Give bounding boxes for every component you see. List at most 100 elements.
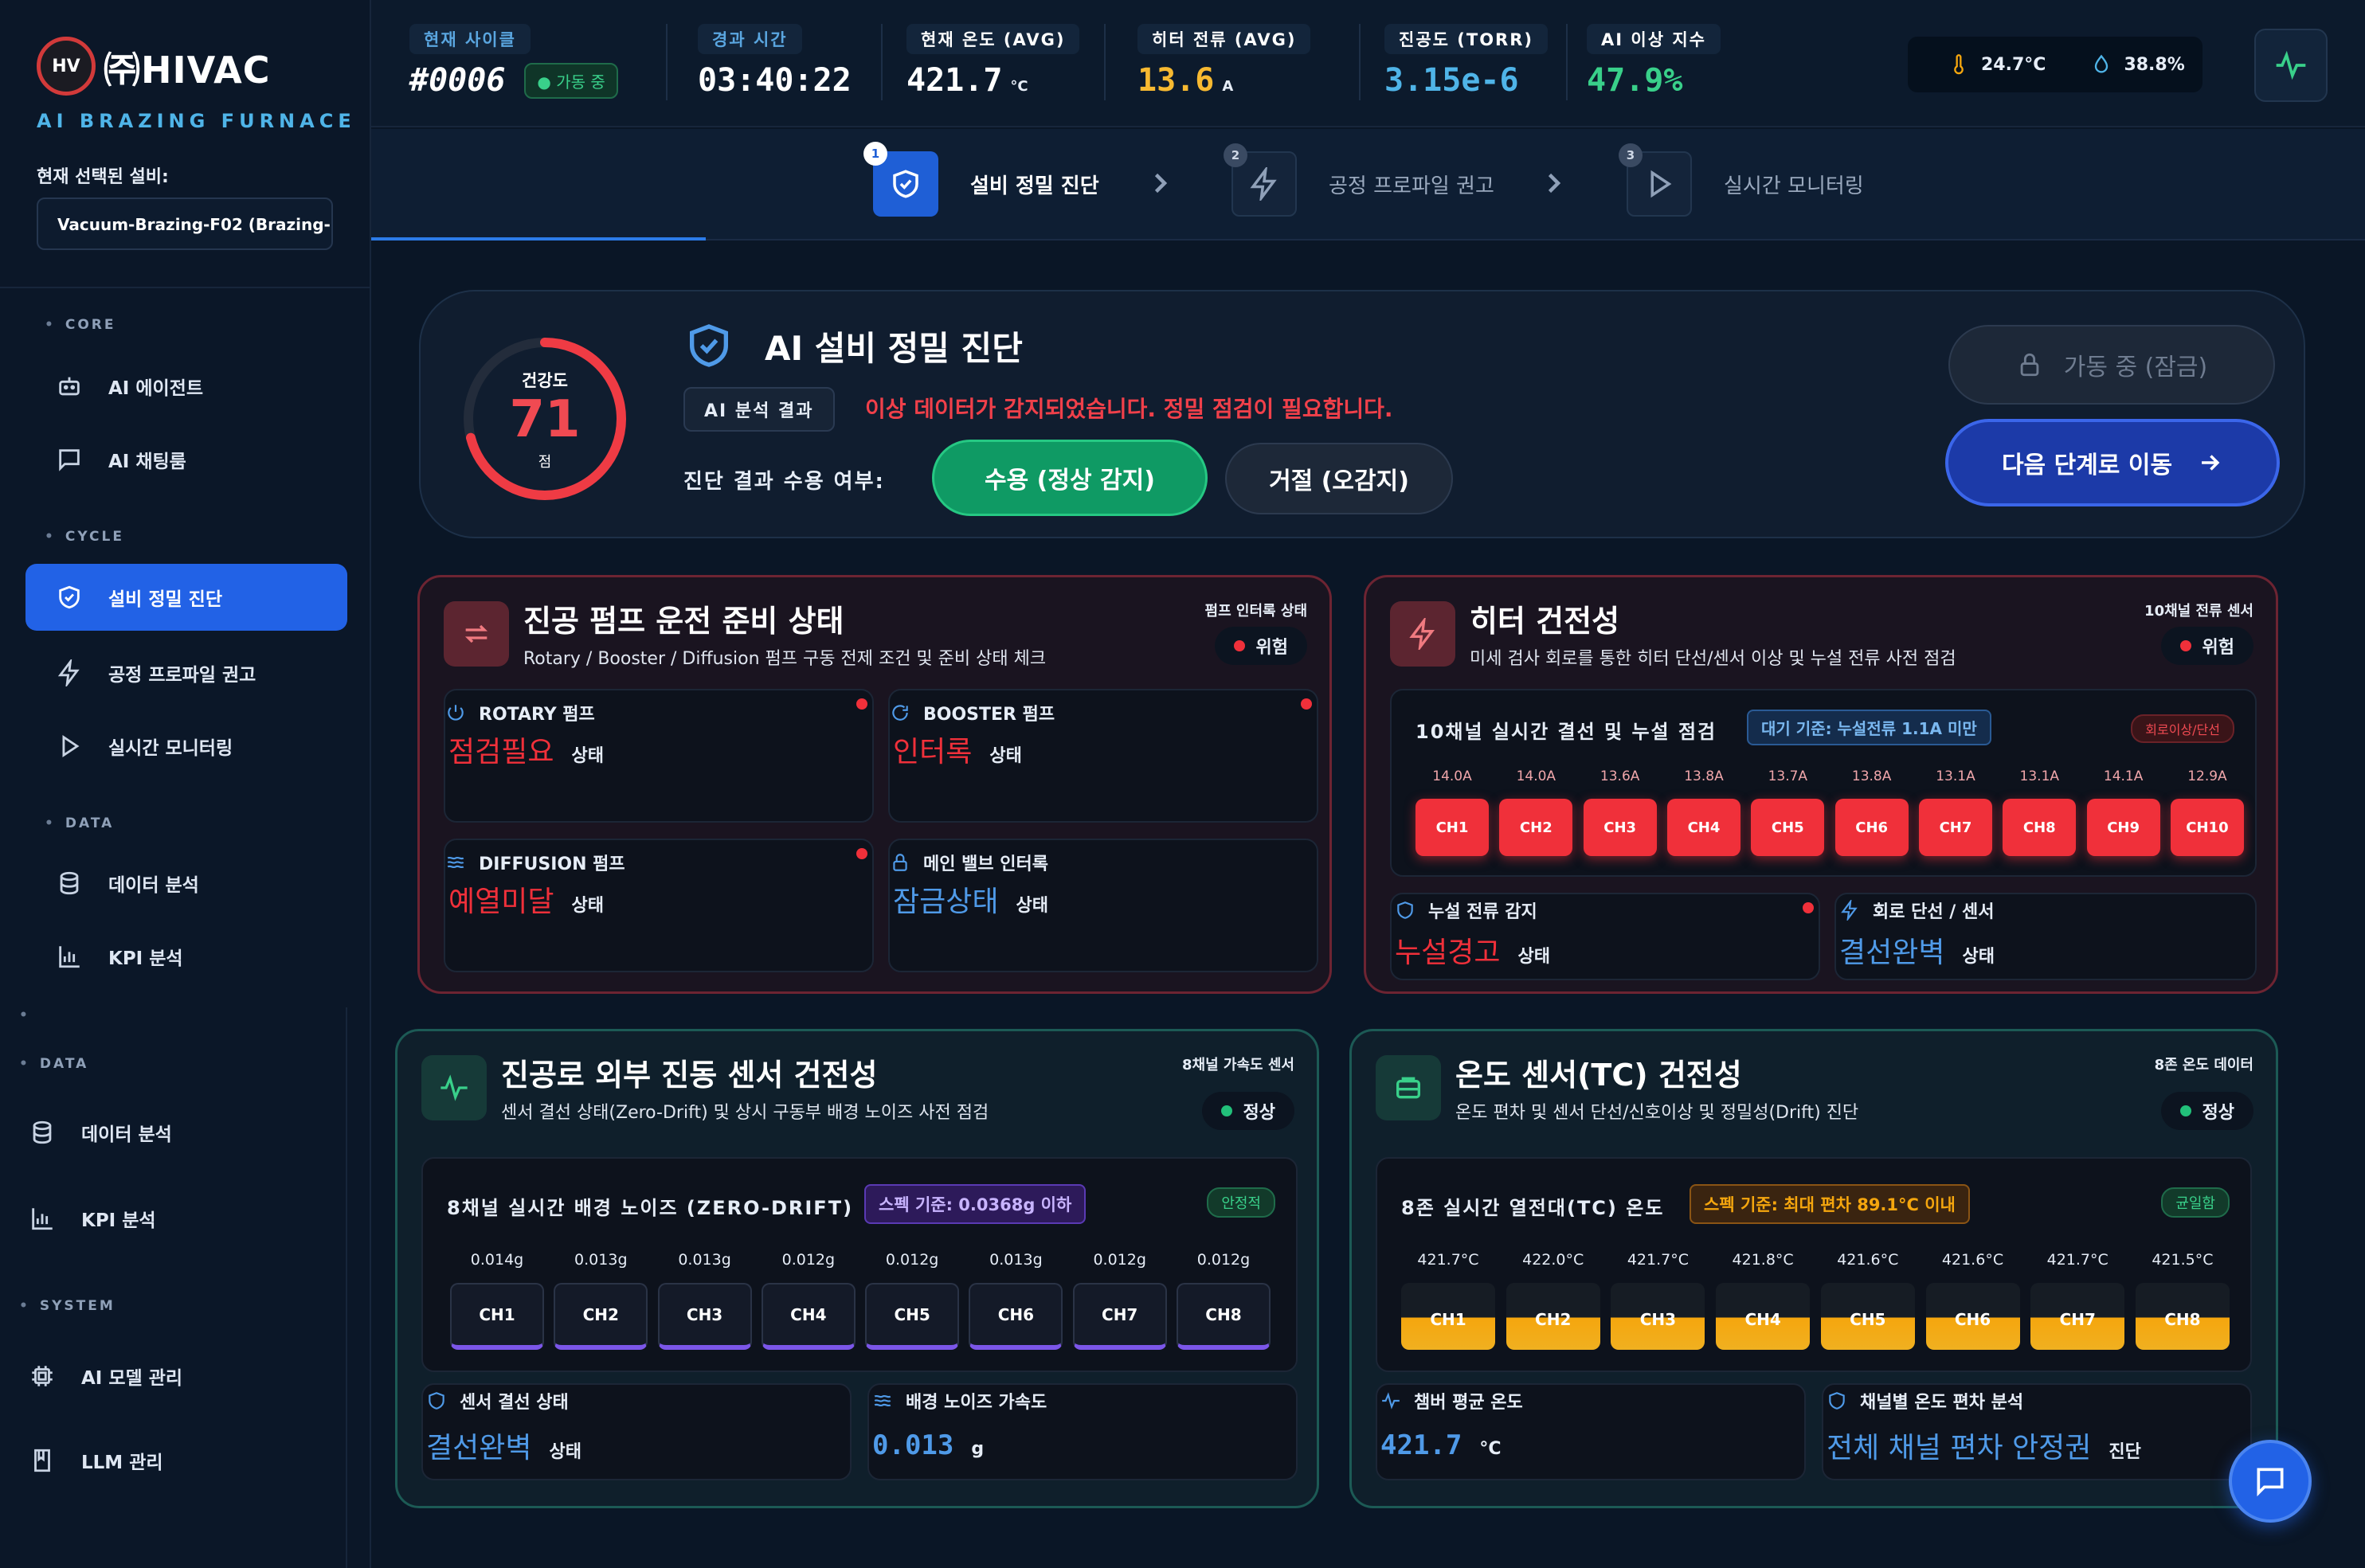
step-1[interactable]: 1 설비 정밀 진단 — [863, 142, 1099, 217]
divider — [881, 24, 883, 100]
cycle-value: #0006 — [409, 62, 506, 99]
sub-unit: 상태 — [1517, 947, 1550, 967]
sidebar-item-llm[interactable]: LLM 관리 — [29, 1440, 315, 1481]
vibration-title: 진공로 외부 진동 센서 건전성 — [501, 1058, 878, 1093]
sub-title-text: 메인 밸브 인터록 — [923, 854, 1048, 874]
channel-chip: CH4 — [1716, 1283, 1811, 1350]
channel-value: 0.012g — [885, 1251, 939, 1269]
tc-subtitle: 온도 편차 및 센서 단선/신호이상 및 정밀성(Drift) 진단 — [1455, 1103, 1859, 1123]
noise-box: 배경 노이즈 가속도 0.013 g — [867, 1383, 1298, 1480]
heater-title: 히터 건전성 — [1470, 604, 1620, 639]
sub-value-row: 예열미달 상태 — [448, 878, 604, 920]
lock-icon — [2020, 353, 2039, 377]
sub-title: 배경 노이즈 가속도 — [869, 1385, 1047, 1414]
heater-status: 위험 — [2160, 627, 2253, 665]
current-value: 13.6 — [1137, 62, 1215, 99]
sidebar-item-diagnosis[interactable]: 설비 정밀 진단 — [25, 564, 347, 631]
pump-icon — [444, 601, 509, 667]
main-valve-box: 메인 밸브 인터록 잠금상태 상태 — [888, 839, 1318, 972]
flag-badge: 균일함 — [2161, 1187, 2230, 1218]
power-icon — [448, 705, 464, 721]
sub-title: 센서 결선 상태 — [423, 1385, 569, 1414]
activity-button[interactable] — [2254, 29, 2328, 102]
shield-check-icon — [683, 319, 734, 376]
sub-title-text: 채널별 온도 편차 분석 — [1860, 1393, 2024, 1413]
sidebar-item-profile[interactable]: 공정 프로파일 권고 — [56, 653, 343, 693]
sub-title: BOOSTER 펌프 — [890, 690, 1055, 725]
sidebar-item-kpi[interactable]: KPI 분석 — [56, 936, 343, 976]
sub-value: 인터록 — [893, 736, 973, 768]
channel-chip: CH4 — [1666, 799, 1740, 856]
sidebar-item-label: 데이터 분석 — [81, 1124, 172, 1145]
status-dot — [1301, 698, 1312, 710]
sub-unit: 상태 — [571, 896, 604, 916]
sub-title-text: 회로 단선 / 센서 — [1873, 902, 1995, 922]
pump-tag: 펌프 인터록 상태 — [1204, 603, 1307, 620]
step-3[interactable]: 3 실시간 모니터링 — [1619, 143, 1864, 217]
pulse-icon — [1382, 1392, 1400, 1410]
sidebar-item-ai-model[interactable]: AI 모델 관리 — [29, 1355, 315, 1397]
robot-icon — [59, 377, 80, 396]
sub-value: 결선완벽 — [1839, 936, 1945, 969]
channel-amp: 13.8A — [1851, 768, 1892, 784]
next-label: 다음 단계로 이동 — [2001, 452, 2173, 479]
channel-chip: CH1 — [1401, 1283, 1495, 1350]
status-text: 위험 — [2202, 638, 2234, 658]
sub-unit: g — [971, 1439, 985, 1459]
channel-value: 421.7°C — [1627, 1251, 1689, 1269]
channel-amp: 13.7A — [1768, 768, 1808, 784]
status-dot — [1803, 902, 1814, 913]
sidebar-item-data-analysis-2[interactable]: 데이터 분석 — [29, 1112, 315, 1153]
chat-fab[interactable] — [2229, 1440, 2312, 1523]
spec-badge: 스펙 기준: 최대 편차 89.1°C 이내 — [1690, 1184, 1970, 1224]
channel-chip: CH2 — [554, 1283, 648, 1350]
channel-chip: CH6 — [1925, 1283, 2020, 1350]
channel-chip: CH4 — [761, 1283, 856, 1350]
step-number: 2 — [1224, 143, 1247, 167]
sub-title-text: ROTARY 펌프 — [479, 705, 595, 725]
vibration-channel-panel: 8채널 실시간 배경 노이즈 (ZERO-DRIFT) 스펙 기준: 0.036… — [421, 1157, 1298, 1372]
status-dot — [856, 698, 867, 710]
sub-value-row: 421.7 °C — [1380, 1429, 1502, 1461]
channel-value: 0.012g — [1196, 1251, 1251, 1269]
channel-value: 421.6°C — [1837, 1251, 1899, 1269]
sub-value: 전체 채널 편차 안정권 — [1827, 1432, 2092, 1464]
sidebar-item-monitoring[interactable]: 실시간 모니터링 — [56, 726, 343, 766]
status-text: 정상 — [1243, 1103, 1275, 1123]
divider — [1359, 24, 1361, 100]
sidebar-item-kpi-2[interactable]: KPI 분석 — [29, 1198, 315, 1239]
accept-button[interactable]: 수용 (정상 감지) — [932, 440, 1208, 516]
sub-value-row: 결선완벽 상태 — [426, 1425, 581, 1466]
step-icon: 2 — [1224, 143, 1297, 217]
next-step-button[interactable]: 다음 단계로 이동 — [1945, 419, 2280, 506]
locked-label: 가동 중 (잠금) — [2063, 354, 2208, 381]
sidebar-item-ai-agent[interactable]: AI 에이전트 — [56, 366, 343, 406]
sub-unit: 상태 — [1962, 947, 1995, 967]
reject-button[interactable]: 거절 (오감지) — [1225, 443, 1453, 514]
channel-amp: 12.9A — [2187, 768, 2227, 784]
sub-value: 421.7 — [1380, 1429, 1462, 1461]
channel-chip: CH8 — [2135, 1283, 2230, 1350]
sidebar-lower — [0, 1007, 347, 1568]
lock-icon — [893, 854, 907, 871]
step-label: 설비 정밀 진단 — [970, 174, 1099, 198]
sidebar-item-label: 데이터 분석 — [108, 875, 199, 896]
sub-unit: °C — [1479, 1439, 1502, 1459]
vibration-tag: 8채널 가속도 센서 — [1182, 1057, 1294, 1073]
flag-badge: 회로이상/단선 — [2131, 714, 2234, 743]
sidebar-item-data-analysis[interactable]: 데이터 분석 — [56, 863, 343, 903]
brand-subtitle: AI BRAZING FURNACE — [37, 110, 356, 132]
sidebar-item-ai-chat[interactable]: AI 채팅룸 — [56, 440, 343, 479]
shield-icon — [429, 1392, 444, 1410]
channel-value: 0.014g — [470, 1251, 524, 1269]
health-label: 건강도 — [522, 371, 568, 390]
stat-label: 경과 시간 — [698, 24, 802, 54]
chip-icon — [32, 1366, 53, 1386]
channel-chip: CH3 — [1583, 799, 1657, 856]
equipment-select[interactable]: Vacuum-Brazing-F02 (Brazing-6S — [37, 197, 333, 250]
sub-title: 누설 전류 감지 — [1392, 894, 1537, 923]
shield-check-icon — [893, 170, 918, 198]
pump-subtitle: Rotary / Booster / Diffusion 펌프 구동 전제 조건… — [523, 649, 1047, 669]
sub-title: ROTARY 펌프 — [445, 690, 595, 725]
step-2[interactable]: 2 공정 프로파일 권고 — [1224, 143, 1494, 217]
